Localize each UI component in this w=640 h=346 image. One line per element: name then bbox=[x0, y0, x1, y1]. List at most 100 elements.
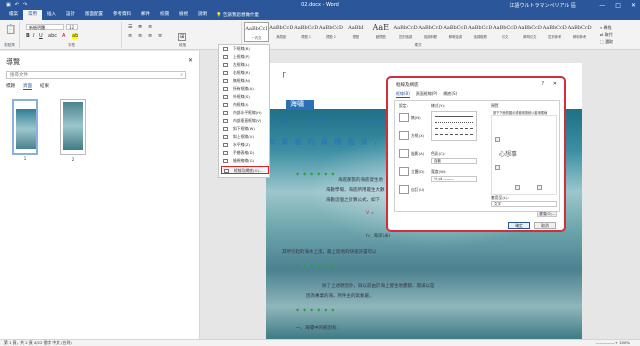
select-button[interactable]: ⬚ 選取 bbox=[600, 38, 638, 45]
tab-references[interactable]: 參考資料 bbox=[108, 10, 136, 20]
line-style-option[interactable] bbox=[435, 122, 473, 123]
menu-item-outside-borders[interactable]: 外框線(S) bbox=[221, 93, 269, 101]
preview-left-border-button[interactable] bbox=[515, 185, 520, 190]
page-thumbnail[interactable]: 1 bbox=[12, 99, 38, 161]
menu-item-inside-borders[interactable]: 內框線(I) bbox=[221, 101, 269, 109]
style-item[interactable]: AaBbCcD 引文 bbox=[493, 22, 518, 42]
preview-right-border-button[interactable] bbox=[537, 185, 542, 190]
nav-tab-headings[interactable]: 標題 bbox=[6, 83, 15, 90]
setting-none[interactable] bbox=[399, 113, 409, 122]
align-right-icon[interactable]: ≡ bbox=[148, 33, 152, 39]
menu-item-draw-table[interactable]: 手繪表格(D) bbox=[221, 149, 269, 157]
style-item[interactable]: AaBbCcD 區別強調 bbox=[393, 22, 418, 42]
tab-shading[interactable]: 網底(S) bbox=[443, 91, 457, 98]
document-note[interactable]: h：海深(米) bbox=[366, 233, 390, 239]
justify-icon[interactable]: ≡ bbox=[158, 33, 162, 39]
style-item[interactable]: AaBbCcI 一內文 bbox=[244, 22, 269, 42]
borders-button[interactable]: ⊞ bbox=[178, 33, 187, 41]
style-item[interactable]: AaBbCcD 標題 1 bbox=[294, 22, 319, 42]
setting-3d[interactable] bbox=[399, 167, 409, 176]
line-style-option[interactable] bbox=[435, 134, 473, 135]
minimize-button[interactable]: — bbox=[599, 2, 605, 9]
style-item[interactable]: AaBbCcD 強調粗體 bbox=[468, 22, 493, 42]
preview-top-border-button[interactable] bbox=[495, 137, 500, 142]
find-button[interactable]: ⌕ 尋找 bbox=[600, 24, 638, 31]
menu-item-diagonal-down[interactable]: 斜下框線(W) bbox=[221, 125, 269, 133]
tab-mailings[interactable]: 郵件 bbox=[136, 10, 155, 20]
document-line[interactable]: 和 廣 義 的 兩 種 說 法 ， bbox=[268, 137, 383, 147]
setting-shadow[interactable] bbox=[399, 149, 409, 158]
document-paragraph[interactable]: 除了上述原因外，與以前由於海上發生地震都，期滿以是 bbox=[322, 283, 435, 289]
numbering-icon[interactable]: ≣ bbox=[138, 24, 142, 30]
font-color-button[interactable]: A bbox=[62, 33, 65, 39]
menu-item-horizontal-line[interactable]: 水平線(Z) bbox=[221, 141, 269, 149]
tab-help[interactable]: 說明 bbox=[193, 10, 212, 20]
tell-me-search[interactable]: 💡 告訴我您想做什麼 bbox=[216, 12, 259, 18]
menu-item-top-border[interactable]: 上框線(P) bbox=[221, 53, 269, 61]
document-paragraph[interactable]: 海底那張的海底發生地 bbox=[338, 177, 383, 183]
search-icon[interactable]: ⌕ bbox=[180, 72, 183, 79]
tab-layout[interactable]: 版面配置 bbox=[80, 10, 108, 20]
maximize-button[interactable]: □ bbox=[615, 2, 621, 9]
dialog-close-button[interactable]: ✕ bbox=[553, 81, 557, 87]
style-item[interactable]: AaBbCcD 鮮明強調 bbox=[443, 22, 468, 42]
multilevel-list-icon[interactable]: ≡ bbox=[148, 24, 152, 30]
tab-borders[interactable]: 框線(B) bbox=[396, 91, 410, 98]
tab-file[interactable]: 檔案 bbox=[4, 10, 23, 20]
highlight-button[interactable]: ab bbox=[72, 33, 79, 39]
font-name-box[interactable]: 新細明體 bbox=[26, 24, 64, 30]
document-paragraph[interactable]: 海數這個之計算公式，如下 bbox=[326, 197, 380, 203]
document-paragraph[interactable]: 其所引起的海水上漲，最上陸地的快速許還可以 bbox=[282, 249, 377, 255]
menu-item-right-border[interactable]: 右框線(R) bbox=[221, 69, 269, 77]
menu-item-diagonal-up[interactable]: 斜上框線(U) bbox=[221, 133, 269, 141]
replace-button[interactable]: ⇄ 取代 bbox=[600, 31, 638, 38]
underline-button[interactable]: U bbox=[39, 33, 43, 39]
apply-to-dropdown[interactable]: 文字 bbox=[491, 201, 557, 207]
style-item[interactable]: AaBbCcD 區別參考 bbox=[542, 22, 567, 42]
italic-button[interactable]: I bbox=[33, 33, 34, 39]
document-paragraph[interactable]: 一、海嘯中的較因有： bbox=[296, 325, 341, 331]
page-thumbnail[interactable]: 2 bbox=[60, 99, 86, 162]
zoom-slider[interactable]: —————+ 100% bbox=[596, 340, 630, 346]
tab-review[interactable]: 校閱 bbox=[155, 10, 174, 20]
nav-tab-results[interactable]: 結果 bbox=[40, 83, 49, 90]
tab-page-border[interactable]: 頁面框線(P) bbox=[416, 91, 438, 98]
nav-close-button[interactable]: ✕ bbox=[188, 57, 193, 64]
style-item[interactable]: AaBbCcD 鮮明引文 bbox=[517, 22, 542, 42]
tab-insert[interactable]: 插入 bbox=[42, 10, 61, 20]
style-item[interactable]: AaE 副標題 bbox=[368, 22, 393, 42]
menu-item-bottom-border[interactable]: 下框線(B) bbox=[221, 45, 269, 53]
color-dropdown[interactable]: 自動 bbox=[431, 158, 477, 164]
strikethrough-button[interactable]: abc bbox=[48, 33, 57, 39]
bullets-icon[interactable]: ☰ bbox=[128, 24, 132, 30]
style-item[interactable]: AaBbCcD 標題 2 bbox=[319, 22, 344, 42]
document-paragraph[interactable]: 因為專業的海，所件主的氣象屬， bbox=[306, 293, 374, 299]
font-size-box[interactable]: 12 bbox=[66, 24, 78, 30]
menu-item-no-border[interactable]: 無框線(N) bbox=[221, 77, 269, 85]
paste-icon[interactable]: 📋 bbox=[5, 25, 16, 35]
bold-button[interactable]: B bbox=[26, 33, 30, 39]
help-button[interactable]: ? bbox=[541, 81, 544, 87]
setting-custom[interactable] bbox=[399, 185, 409, 194]
nav-search-input[interactable]: 搜尋文件 ⌕ bbox=[6, 71, 186, 79]
options-button[interactable]: 選項(O)... bbox=[537, 211, 557, 217]
menu-item-view-gridlines[interactable]: 檢視格線(G) bbox=[221, 157, 269, 165]
menu-item-inside-vertical[interactable]: 內部垂直框線(V) bbox=[221, 117, 269, 125]
align-left-icon[interactable]: ≡ bbox=[128, 33, 132, 39]
width-dropdown[interactable]: ½ pt ——— bbox=[431, 176, 477, 182]
style-item[interactable]: AaBbCcD 鮮明參考 bbox=[567, 22, 592, 42]
style-item[interactable]: AaBbCcD 強調斜體 bbox=[418, 22, 443, 42]
setting-box[interactable] bbox=[399, 131, 409, 140]
line-style-option[interactable] bbox=[435, 128, 473, 129]
menu-item-left-border[interactable]: 左框線(L) bbox=[221, 61, 269, 69]
menu-item-borders-and-shading[interactable]: 框線及網底(O)... bbox=[221, 166, 269, 174]
tab-view[interactable]: 檢視 bbox=[174, 10, 193, 20]
line-style-option[interactable] bbox=[435, 116, 473, 117]
user-name[interactable]: 江語ウルトラマンペリアル 區 bbox=[509, 2, 576, 9]
ok-button[interactable]: 確定 bbox=[508, 222, 530, 229]
style-item[interactable]: AaBbI 標題 bbox=[343, 22, 368, 42]
tab-design[interactable]: 設計 bbox=[61, 10, 80, 20]
tab-home[interactable]: 常用 bbox=[23, 10, 42, 20]
close-window-button[interactable]: ✕ bbox=[631, 2, 636, 9]
preview-bottom-border-button[interactable] bbox=[495, 165, 500, 170]
